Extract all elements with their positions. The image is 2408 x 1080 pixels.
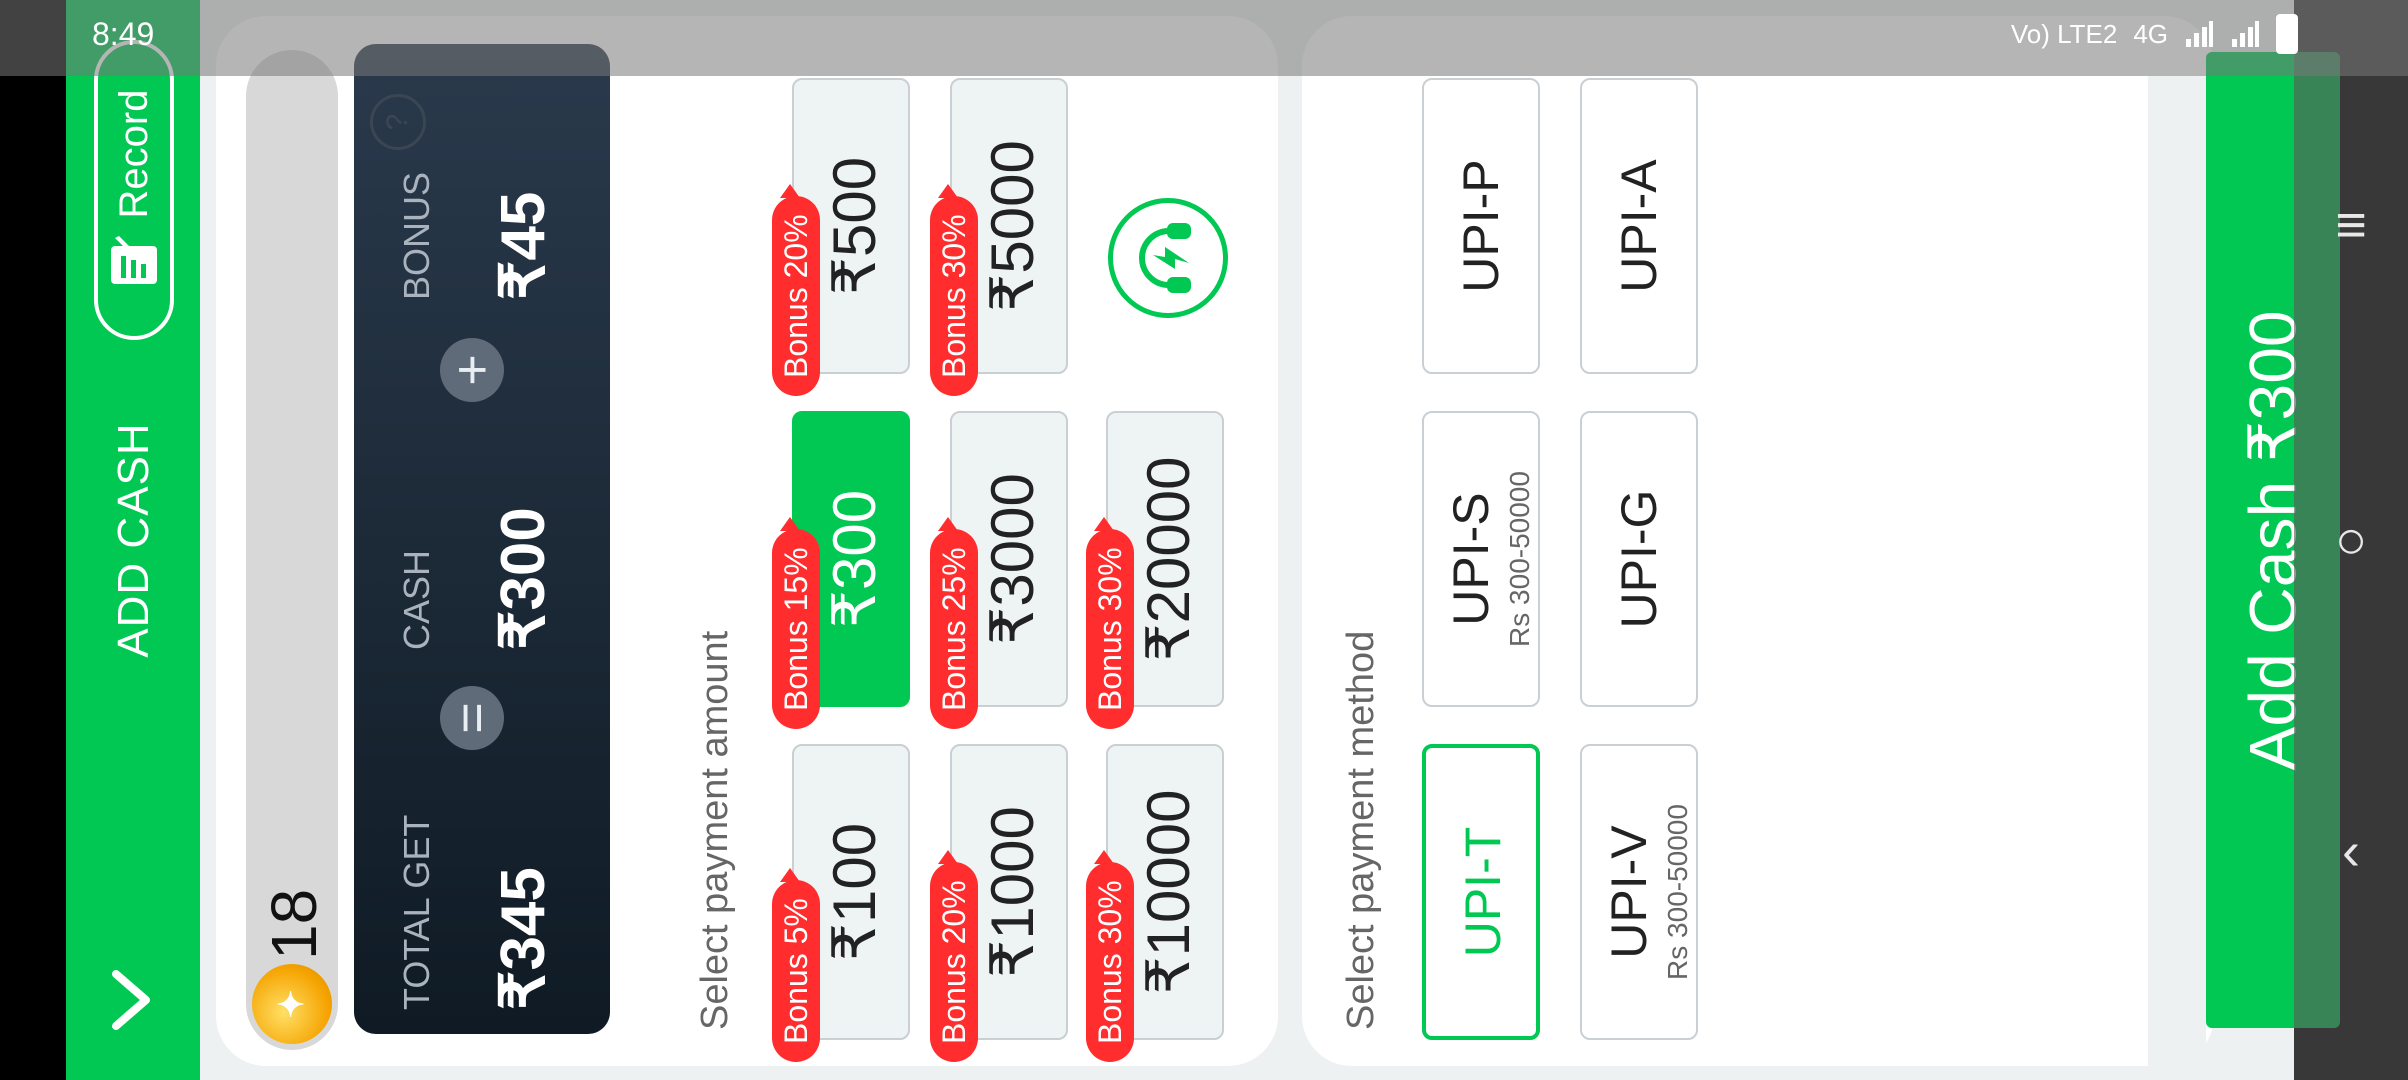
bonus-badge: Bonus 20% (772, 196, 820, 396)
network-label: Vo) LTE2 (2010, 18, 2118, 49)
amount-value: ₹500 (821, 156, 888, 296)
method-upi-v[interactable]: UPI-V Rs 300-50000 (1580, 744, 1698, 1040)
bonus-badge: Bonus 30% (1086, 529, 1134, 729)
app-canvas: ADD CASH Record ✦ 18 TOTAL GET ₹345 = CA… (66, 0, 2294, 1080)
amount-value: ₹5000 (979, 140, 1046, 312)
equals-icon: = (440, 686, 504, 750)
status-icons: Vo) LTE2 4G (2011, 14, 2298, 54)
coin-count: 18 (258, 888, 330, 960)
amount-value: ₹100 (821, 822, 888, 962)
content-edge (2148, 76, 2206, 1080)
cash-value: ₹300 (489, 507, 558, 650)
network-type: 4G (2133, 18, 2168, 49)
method-upi-t[interactable]: UPI-T (1422, 744, 1540, 1040)
bonus-value: ₹45 (489, 191, 558, 300)
amount-option-10000[interactable]: Bonus 30% ₹10000 (1086, 744, 1224, 1062)
amount-value: ₹300 (821, 489, 888, 629)
total-value: ₹345 (489, 867, 558, 1010)
amount-option-5000[interactable]: Bonus 30% ₹5000 (930, 78, 1068, 396)
help-icon[interactable]: ? (370, 94, 426, 150)
method-name: UPI-A (1611, 159, 1667, 293)
chevron-down-icon (112, 970, 150, 1030)
battery-icon (2276, 14, 2298, 54)
amount-value: ₹20000 (1135, 456, 1202, 662)
amount-value: ₹1000 (979, 806, 1046, 978)
amount-option-20000[interactable]: Bonus 30% ₹20000 (1086, 411, 1224, 729)
coin-icon: ✦ (252, 964, 332, 1044)
headset-icon (1139, 223, 1191, 293)
bonus-badge: Bonus 20% (930, 862, 978, 1062)
page-title: ADD CASH (109, 422, 158, 658)
method-range: Rs 300-50000 (1662, 804, 1693, 980)
method-name: UPI-V (1601, 825, 1657, 959)
amount-value: ₹3000 (979, 473, 1046, 645)
record-icon (111, 236, 157, 285)
amount-option-100[interactable]: Bonus 5% ₹100 (772, 744, 910, 1062)
total-label: TOTAL GET (396, 814, 437, 1010)
amount-option-500[interactable]: Bonus 20% ₹500 (772, 78, 910, 396)
amount-value: ₹10000 (1135, 789, 1202, 995)
wallet-summary (354, 44, 610, 1034)
signal-icon (2186, 21, 2213, 47)
cash-label: CASH (396, 549, 437, 650)
method-upi-s[interactable]: UPI-S Rs 300-50000 (1422, 411, 1540, 707)
amount-option-1000[interactable]: Bonus 20% ₹1000 (930, 744, 1068, 1062)
method-name: UPI-G (1611, 489, 1667, 629)
record-label: Record (111, 89, 156, 219)
menu-icon[interactable]: ≡ (2326, 195, 2376, 255)
method-name: UPI-S (1443, 492, 1499, 626)
screen: { "status_bar": { "time": "8:49", "netwo… (0, 0, 2408, 1080)
method-upi-p[interactable]: UPI-P (1422, 78, 1540, 374)
amount-option-300[interactable]: Bonus 15% ₹300 (772, 411, 910, 729)
back-triangle-icon[interactable]: ‹ (2326, 821, 2376, 881)
method-name: UPI-T (1455, 826, 1511, 958)
amount-heading: Select payment amount (694, 630, 736, 1030)
amount-option-3000[interactable]: Bonus 25% ₹3000 (930, 411, 1068, 729)
bonus-badge: Bonus 30% (930, 196, 978, 396)
back-button[interactable] (86, 960, 186, 1040)
plus-icon: + (440, 338, 504, 402)
support-headset-icon[interactable] (1108, 198, 1228, 318)
method-range: Rs 300-50000 (1504, 471, 1535, 647)
status-bar: 8:49 Vo) LTE2 4G (0, 0, 2408, 76)
status-time: 8:49 (92, 16, 155, 52)
bonus-label: BONUS (396, 171, 437, 300)
method-name: UPI-P (1453, 159, 1509, 293)
bonus-badge: Bonus 5% (772, 880, 820, 1062)
home-circle-icon[interactable]: ○ (2326, 510, 2376, 570)
record-button[interactable]: Record (94, 40, 174, 340)
bonus-badge: Bonus 30% (1086, 862, 1134, 1062)
bonus-badge: Bonus 25% (930, 529, 978, 729)
method-upi-g[interactable]: UPI-G (1580, 411, 1698, 707)
method-upi-a[interactable]: UPI-A (1580, 78, 1698, 374)
bonus-badge: Bonus 15% (772, 529, 820, 729)
method-heading: Select payment method (1340, 630, 1382, 1030)
signal-icon (2232, 21, 2259, 47)
